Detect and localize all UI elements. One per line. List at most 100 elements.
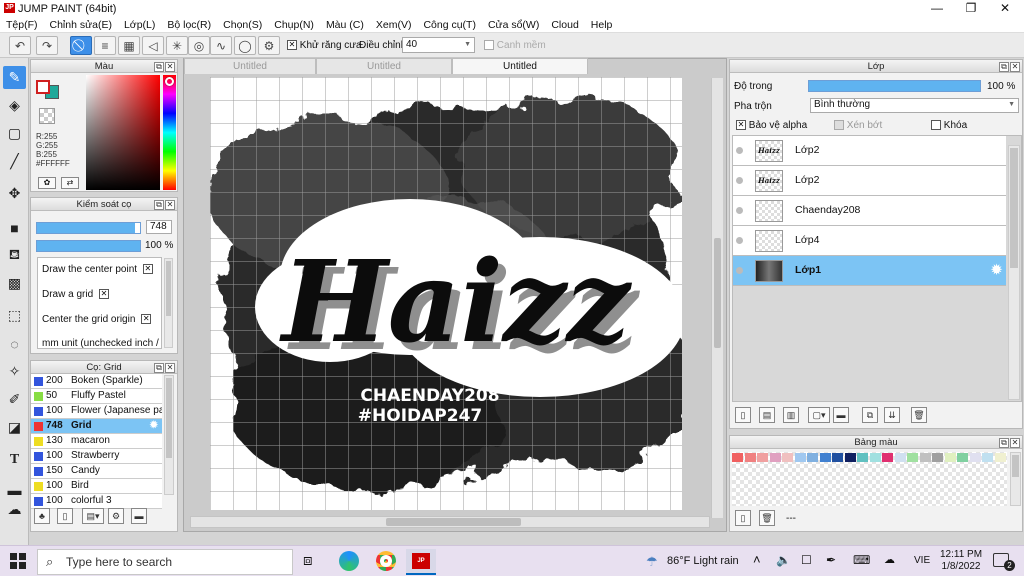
layer-row[interactable]: Haizz Lớp2 [733,166,1006,196]
menu-filter[interactable]: Bộ lọc(R) [161,19,217,31]
menu-window[interactable]: Cửa sổ(W) [482,19,545,31]
maximize-button[interactable]: ❐ [954,0,988,17]
panel-close-icon[interactable]: ✕ [1010,62,1020,72]
text-tool[interactable]: T [3,448,26,471]
tab-untitled-1[interactable]: Untitled [184,58,316,74]
brush-item[interactable]: 100 Flower (Japanese patt [31,404,162,419]
chrome-browser-icon[interactable] [376,551,396,571]
transparent-color-swatch[interactable] [39,108,55,124]
saturation-value-picker[interactable] [86,75,160,190]
select-tool[interactable]: ⬚ [3,304,26,327]
palette-swatch[interactable] [932,453,943,462]
menu-view[interactable]: Xem(V) [370,19,418,31]
palette-swatch[interactable] [982,453,993,462]
panel-float-icon[interactable]: ⧉ [154,200,164,210]
panel-close-icon[interactable]: ✕ [1010,438,1020,448]
brush-size-input[interactable]: 748 [146,220,172,234]
keyboard-icon[interactable]: ⌨ [853,553,870,567]
new-palette-button[interactable]: ▯ [735,510,751,526]
color-mode-button[interactable]: ✿ [38,177,56,189]
scrollbar-thumb[interactable] [166,261,171,316]
chevron-up-icon[interactable]: ˄ [753,552,761,567]
new-brush-button[interactable]: ▯ [57,508,73,524]
mm-unit-option[interactable]: mm unit (unchecked inch / 1 [42,338,161,348]
palette-swatch[interactable] [957,453,968,462]
palette-swatch[interactable] [794,453,806,462]
center-grid-origin-option[interactable]: Center the grid origin ✕ [42,314,152,325]
grid-ruler-button[interactable]: ▦ [118,36,140,55]
fill-shape-tool[interactable]: ■ [3,216,26,239]
layer-row[interactable]: Chaenday208 [733,196,1006,226]
palette-swatch-grid[interactable] [732,452,1007,506]
palette-swatch[interactable] [857,453,868,462]
brush-item[interactable]: 100 Strawberry [31,449,162,464]
draw-center-point-checkbox[interactable]: ✕ [142,264,153,275]
gradient-tool[interactable]: ▩ [3,272,26,295]
weather-text[interactable]: 86°F Light rain [667,555,739,567]
panel-close-icon[interactable]: ✕ [165,62,175,72]
lock-checkbox[interactable] [931,120,941,131]
network-icon[interactable]: ☐ [801,553,812,567]
menu-help[interactable]: Help [585,19,619,31]
brush-folder-button[interactable]: ▬ [131,508,147,524]
palette-swatch[interactable] [744,453,756,462]
radial-ruler-button[interactable]: ✳ [166,36,188,55]
lock-option[interactable]: Khóa [931,120,967,131]
draw-grid-checkbox[interactable]: ✕ [98,289,109,300]
new-layer-alt-button[interactable]: ▤ [759,407,775,423]
scrollbar-thumb[interactable] [1012,455,1019,477]
clip-option[interactable]: Xén bớt [834,120,882,131]
document-canvas[interactable]: Haizz Haizz CHAENDAY208 #HOIDAP247 [210,77,682,510]
hue-handle[interactable] [165,77,174,86]
panel-float-icon[interactable]: ⧉ [999,438,1009,448]
eraser-tool[interactable]: ◈ [3,94,26,117]
panel-float-icon[interactable]: ⧉ [154,62,164,72]
input-language[interactable]: VIE [914,555,930,566]
panel-float-icon[interactable]: ⧉ [154,363,164,373]
minimize-button[interactable]: — [920,0,954,17]
menu-file[interactable]: Tệp(F) [0,19,44,31]
palette-swatch[interactable] [894,453,906,462]
color-swap-button[interactable]: ⇄ [61,177,79,189]
layer-row[interactable]: Lớp4 [733,226,1006,256]
palette-swatch[interactable] [732,453,743,462]
ellipse-ruler-button[interactable]: ◯ [234,36,256,55]
panel-close-icon[interactable]: ✕ [165,200,175,210]
antialias-checkbox[interactable]: ✕ [287,40,297,51]
windows-start-icon[interactable] [10,553,26,569]
smooth-option[interactable]: Canh mềm [484,40,546,51]
clip-checkbox[interactable] [834,120,844,131]
layer-visibility-icon[interactable] [736,147,743,154]
brush-settings-button[interactable]: ⚙ [108,508,124,524]
concentric-ruler-button[interactable]: ◎ [188,36,210,55]
palette-swatch[interactable] [919,453,931,462]
delete-layer-button[interactable]: 🗑 [911,407,927,423]
center-grid-origin-checkbox[interactable]: ✕ [141,314,152,325]
menu-capture[interactable]: Chụp(N) [268,19,320,31]
lasso-tool[interactable]: ◌ [3,332,26,355]
cloud-save-tool[interactable]: ☁ [3,498,26,521]
tab-untitled-3[interactable]: Untitled [452,58,588,74]
palette-scrollbar[interactable] [1010,452,1021,506]
brush-menu-button[interactable]: ▤▾ [82,508,104,524]
undo-button[interactable]: ↶ [9,36,31,55]
new-text-layer-button[interactable]: ▥ [783,407,799,423]
palette-swatch[interactable] [782,453,793,462]
brush-item[interactable]: 200 Boken (Sparkle) [31,374,162,389]
edge-browser-icon[interactable] [339,551,359,571]
pen-workspace-icon[interactable]: ✒ [826,553,836,567]
smooth-checkbox[interactable] [484,40,494,51]
ruler-settings-button[interactable]: ⚙ [258,36,280,55]
menu-edit[interactable]: Chỉnh sửa(E) [44,19,118,31]
palette-swatch[interactable] [757,453,768,462]
layer-folder-button[interactable]: ▬ [833,407,849,423]
close-button[interactable]: ✕ [988,0,1022,17]
brush-item[interactable]: 50 Fluffy Pastel [31,389,162,404]
brush-item[interactable]: 748 Grid ✹ [31,419,162,434]
brush-opacity-slider[interactable] [36,240,141,252]
scrollbar-thumb[interactable] [714,238,721,348]
palette-swatch[interactable] [969,453,981,462]
scrollbar-thumb[interactable] [386,518,521,526]
line-tool[interactable]: ╱ [3,150,26,173]
move-tool[interactable]: ✥ [3,182,26,205]
